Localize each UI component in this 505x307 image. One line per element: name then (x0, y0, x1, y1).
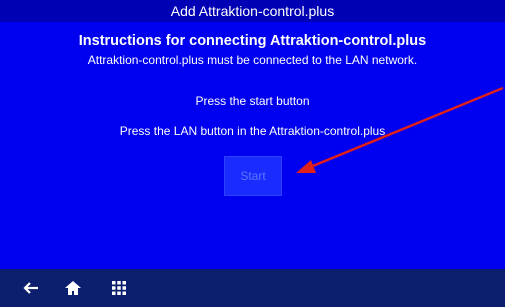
instruction-step-start: Press the start button (195, 94, 310, 108)
start-button[interactable]: Start (224, 156, 282, 196)
instructions-heading: Instructions for connecting Attraktion-c… (78, 33, 427, 49)
instructions-subheading: Attraktion-control.plus must be connecte… (87, 53, 418, 67)
home-icon[interactable] (62, 277, 84, 299)
window-title: Add Attraktion-control.plus (0, 0, 505, 22)
back-arrow-icon[interactable] (20, 277, 42, 299)
instruction-step-lan: Press the LAN button in the Attraktion-c… (119, 124, 386, 138)
apps-grid-icon[interactable] (108, 277, 130, 299)
screen: Add Attraktion-control.plus Instructions… (0, 0, 505, 307)
instructions-panel: Instructions for connecting Attraktion-c… (0, 22, 505, 269)
navigation-bar (0, 269, 505, 307)
